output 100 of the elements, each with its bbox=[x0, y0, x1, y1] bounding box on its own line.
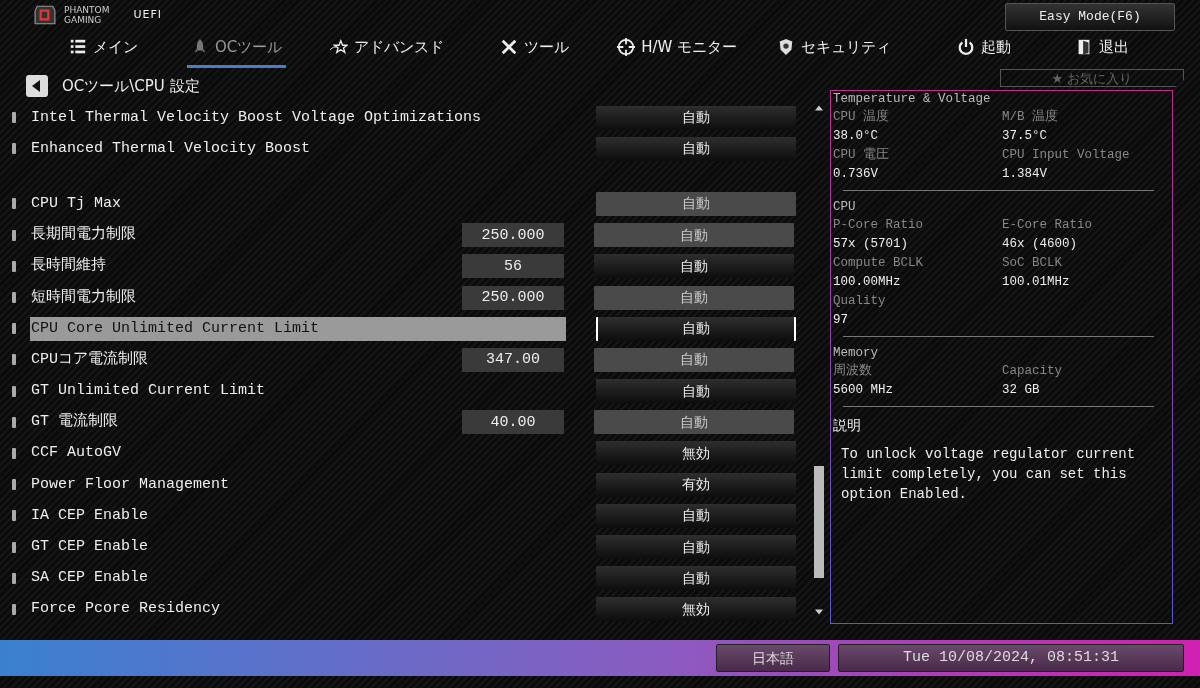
option-button[interactable]: 自動 bbox=[596, 503, 796, 528]
setting-label[interactable]: GT Unlimited Current Limit bbox=[30, 379, 566, 404]
option-button[interactable]: 自動 bbox=[594, 410, 794, 435]
monitor-label: CPU 温度 bbox=[833, 108, 890, 126]
value-field[interactable]: 250.000 bbox=[462, 285, 564, 310]
option-button[interactable]: 自動 bbox=[596, 379, 796, 404]
bullet-icon bbox=[12, 541, 16, 553]
tab[interactable]: 起動 bbox=[953, 34, 1016, 68]
monitor-label: E-Core Ratio bbox=[1002, 217, 1093, 234]
option-button[interactable]: 自動 bbox=[594, 285, 794, 310]
setting-label[interactable]: GT CEP Enable bbox=[30, 535, 566, 560]
monitor-value: 32 GB bbox=[1002, 382, 1041, 399]
setting-label[interactable]: CCF AutoGV bbox=[30, 441, 566, 466]
bullet-icon bbox=[12, 229, 16, 241]
value-field[interactable]: 40.00 bbox=[462, 410, 564, 435]
monitor-label: 周波数 bbox=[833, 362, 873, 380]
bullet-icon bbox=[12, 603, 16, 615]
option-button[interactable]: 自動 bbox=[594, 347, 794, 372]
star-icon bbox=[330, 38, 349, 57]
bullet-icon bbox=[12, 112, 16, 124]
bullet-icon bbox=[12, 447, 16, 459]
favorites-button[interactable]: ★ お気に入り bbox=[1000, 69, 1184, 87]
option-button[interactable]: 自動 bbox=[596, 191, 796, 216]
section-title: Memory bbox=[833, 345, 879, 362]
breadcrumb: OCツール\CPU 設定 bbox=[62, 75, 200, 97]
setting-label[interactable]: SA CEP Enable bbox=[30, 566, 566, 591]
option-button[interactable]: 自動 bbox=[594, 223, 794, 248]
bullet-icon bbox=[12, 385, 16, 397]
value-field[interactable]: 347.00 bbox=[462, 347, 564, 372]
scroll-down-icon[interactable] bbox=[815, 608, 823, 616]
setting-label[interactable]: 長時間維持 bbox=[30, 254, 462, 279]
easy-mode-button[interactable]: Easy Mode(F6) bbox=[1005, 3, 1175, 31]
option-button[interactable]: 自動 bbox=[596, 316, 796, 341]
tab[interactable]: H/W モニター bbox=[613, 34, 742, 68]
setting-label[interactable]: Intel Thermal Velocity Boost Voltage Optimizations bbox=[30, 105, 566, 130]
monitor-label: Capacity bbox=[1002, 363, 1063, 380]
setting-label[interactable]: CPUコア電流制限 bbox=[30, 347, 462, 372]
setting-label[interactable]: 長期間電力制限 bbox=[30, 223, 462, 248]
crosshair-icon bbox=[617, 38, 636, 57]
scroll-up-icon[interactable] bbox=[815, 104, 823, 112]
option-button[interactable]: 自動 bbox=[594, 254, 794, 279]
monitor-label: M/B 温度 bbox=[1002, 108, 1059, 126]
option-button[interactable]: 自動 bbox=[596, 566, 796, 591]
monitor-label: Compute BCLK bbox=[833, 255, 924, 272]
monitor-value: 46x (4600) bbox=[1002, 236, 1078, 253]
option-button[interactable]: 無効 bbox=[596, 597, 796, 622]
option-button[interactable]: 自動 bbox=[596, 535, 796, 560]
power-icon bbox=[957, 38, 976, 57]
monitor-label: CPU Input Voltage bbox=[1002, 147, 1131, 164]
option-button[interactable]: 有効 bbox=[596, 472, 796, 497]
tab[interactable]: ツール bbox=[496, 34, 574, 68]
language-button[interactable]: 日本語 bbox=[716, 644, 830, 672]
option-button[interactable]: 自動 bbox=[596, 105, 796, 130]
setting-label[interactable]: IA CEP Enable bbox=[30, 503, 566, 528]
bullet-icon bbox=[12, 292, 16, 304]
logo-icon bbox=[34, 4, 56, 26]
setting-label[interactable]: Power Floor Management bbox=[30, 472, 566, 497]
bullet-icon bbox=[12, 572, 16, 584]
monitor-value: 57x (5701) bbox=[833, 236, 909, 253]
brand-name: PHANTOM bbox=[64, 5, 110, 15]
setting-label[interactable]: CPU Core Unlimited Current Limit bbox=[30, 316, 566, 341]
monitor-value: 97 bbox=[833, 312, 849, 329]
section-title: Temperature & Voltage bbox=[833, 91, 992, 108]
bullet-icon bbox=[12, 354, 16, 366]
scrollbar-thumb[interactable] bbox=[814, 466, 824, 578]
back-button[interactable] bbox=[26, 75, 48, 97]
value-field[interactable]: 56 bbox=[462, 254, 564, 279]
bullet-icon bbox=[12, 323, 16, 335]
bullet-icon bbox=[12, 143, 16, 155]
monitor-value: 5600 MHz bbox=[833, 382, 894, 399]
section-title: CPU bbox=[833, 199, 857, 216]
tab[interactable]: 退出 bbox=[1071, 34, 1134, 68]
monitor-label: SoC BCLK bbox=[1002, 255, 1063, 272]
monitor-value: 37.5°C bbox=[1002, 128, 1048, 145]
tab[interactable]: OCツール bbox=[187, 34, 287, 68]
setting-label[interactable]: Enhanced Thermal Velocity Boost bbox=[30, 136, 566, 161]
option-button[interactable]: 無効 bbox=[596, 441, 796, 466]
monitor-label: P-Core Ratio bbox=[833, 217, 924, 234]
date-time: Tue 10/08/2024, 08:51:31 bbox=[838, 644, 1184, 672]
monitor-label: CPU 電圧 bbox=[833, 146, 890, 164]
tab[interactable]: セキュリティ bbox=[773, 34, 896, 68]
setting-label[interactable]: CPU Tj Max bbox=[30, 191, 566, 216]
setting-label[interactable]: GT 電流制限 bbox=[30, 410, 462, 435]
description-title: 説明 bbox=[833, 416, 862, 435]
option-button[interactable]: 自動 bbox=[596, 136, 796, 161]
tab[interactable]: アドバンスド bbox=[326, 34, 449, 68]
monitor-value: 38.0°C bbox=[833, 128, 879, 145]
monitor-value: 100.01MHz bbox=[1002, 274, 1071, 291]
monitor-value: 100.00MHz bbox=[833, 274, 902, 291]
setting-label[interactable]: 短時間電力制限 bbox=[30, 285, 462, 310]
uefi-label: UEFI bbox=[133, 6, 162, 23]
value-field[interactable]: 250.000 bbox=[462, 223, 564, 248]
tab[interactable]: メイン bbox=[65, 34, 142, 68]
bullet-icon bbox=[12, 510, 16, 522]
scrollbar-track[interactable] bbox=[814, 104, 824, 616]
setting-label[interactable]: Force Pcore Residency bbox=[30, 597, 566, 622]
bullet-icon bbox=[12, 198, 16, 210]
bullet-icon bbox=[12, 260, 16, 272]
description-text: To unlock voltage regulator current limit completely, you can set this option Enabled. bbox=[841, 445, 1137, 504]
monitor-label: Quality bbox=[833, 293, 887, 310]
